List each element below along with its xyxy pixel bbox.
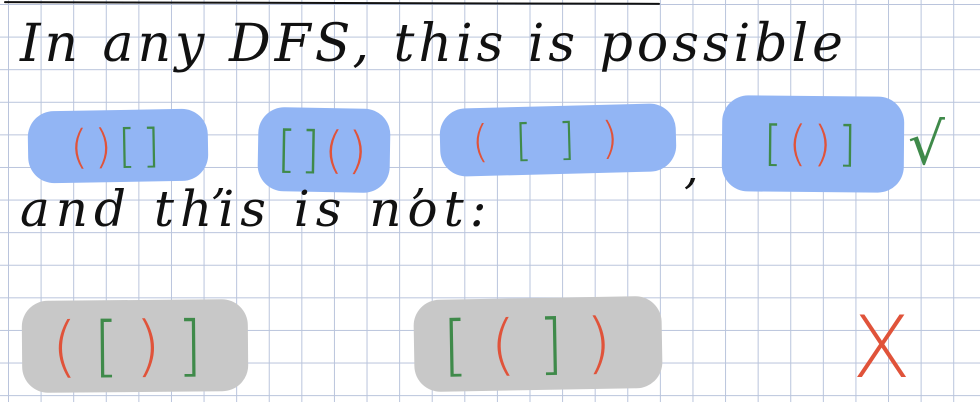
bracket-glyph: [ xyxy=(276,120,301,179)
paren-glyph: ) xyxy=(134,307,178,385)
bracket-glyph: [ xyxy=(92,307,136,385)
cross-icon: X xyxy=(852,298,911,398)
paren-glyph: ) xyxy=(585,303,635,382)
check-icon: √ xyxy=(908,110,945,178)
bracket-glyph: ] xyxy=(837,116,863,173)
paren-glyph: ( xyxy=(489,305,539,384)
bracket-glyph: ] xyxy=(557,113,602,166)
subline-text: and this is not: xyxy=(20,180,493,238)
paren-glyph: ( xyxy=(471,115,516,168)
paren-glyph: ) xyxy=(347,121,372,180)
bracket-glyph: ] xyxy=(176,306,219,385)
bracket-glyph: [ xyxy=(763,115,789,172)
possible-sequence-4: [()] xyxy=(721,95,905,193)
bracket-glyph: ] xyxy=(537,304,587,383)
invalid-sequence-2: [(]) xyxy=(413,295,663,393)
invalid-sequence-1: ([)] xyxy=(21,299,249,393)
separator-comma: , xyxy=(684,140,699,194)
possible-sequence-3: ([]) xyxy=(439,102,677,178)
bracket-glyph: [ xyxy=(117,118,143,173)
top-rule xyxy=(3,1,661,5)
bracket-glyph: ] xyxy=(299,120,325,179)
bracket-glyph: [ xyxy=(514,114,559,167)
grid-page: In any DFS, this is possible ()[] , []()… xyxy=(0,0,980,402)
possible-sequence-1: ()[] xyxy=(27,108,209,184)
paren-glyph: ) xyxy=(812,116,838,173)
paren-glyph: ) xyxy=(93,119,119,174)
paren-glyph: ( xyxy=(69,119,95,174)
bracket-glyph: ] xyxy=(141,118,167,173)
bracket-glyph: [ xyxy=(441,306,491,385)
paren-glyph: ( xyxy=(51,307,94,386)
paren-glyph: ) xyxy=(600,112,645,165)
paren-glyph: ( xyxy=(788,115,814,172)
heading-text: In any DFS, this is possible xyxy=(20,14,847,74)
paren-glyph: ( xyxy=(323,121,349,180)
